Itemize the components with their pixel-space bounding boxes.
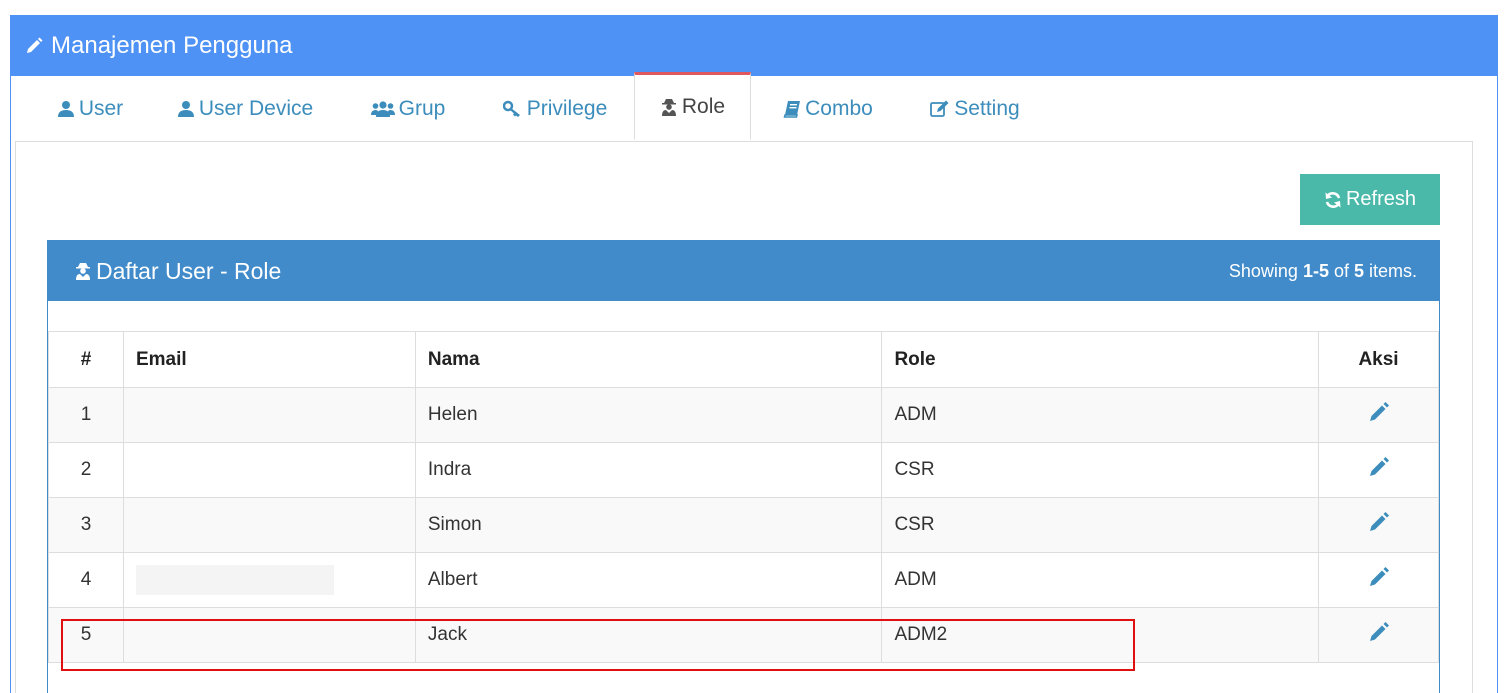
tab-role[interactable]: Role [634,72,751,140]
row-role: ADM [881,387,1320,443]
tab-combo[interactable]: Combo [773,75,883,142]
edit-icon[interactable] [1368,456,1390,478]
tab-label: Setting [954,96,1020,120]
row-email [122,607,416,663]
tab-label: Combo [805,96,873,120]
row-actions [1318,442,1439,498]
row-email [122,387,416,443]
column-header-role: Role [881,331,1320,388]
tab-setting[interactable]: Setting [920,75,1030,142]
row-number: 4 [48,552,124,608]
user-icon [177,100,195,118]
column-header-email: Email [122,331,416,388]
row-nama: Albert [414,552,883,608]
page-title: Manajemen Pengguna [51,32,293,59]
tab-label: User [78,96,124,120]
pencil-icon [25,37,43,55]
tab-user-device[interactable]: User Device [160,75,330,142]
page-header: Manajemen Pengguna [11,16,1497,76]
row-role: ADM [881,552,1320,608]
row-role: CSR [881,442,1320,498]
users-icon [370,100,395,118]
tab-label: User Device [198,96,314,120]
edit-icon[interactable] [1368,621,1390,643]
column-header-number: # [48,331,124,388]
tab-label: Privilege [526,96,608,120]
redacted-email [135,565,334,595]
row-nama: Simon [414,497,883,553]
user-role-panel: Daftar User - Role Showing 1-5 of 5 item… [47,240,1440,693]
summary-middle: of [1328,260,1354,281]
column-header-nama: Nama [414,331,883,388]
pagination-summary: Showing 1-5 of 5 items. [1229,261,1417,282]
panel-title-text: Daftar User - Role [96,257,282,284]
row-actions [1318,552,1439,608]
row-email [122,497,416,553]
row-actions [1318,607,1439,663]
tab-label: Role [681,95,726,118]
row-number: 2 [48,442,124,498]
table-row: 4 Albert ADM [48,552,1439,608]
row-email [122,552,416,608]
tab-label: Grup [398,96,446,120]
book-icon [783,100,801,118]
panel-header: Daftar User - Role Showing 1-5 of 5 item… [48,241,1439,301]
key-icon [502,100,523,118]
row-number: 5 [48,607,124,663]
row-nama: Helen [414,387,883,443]
row-actions [1318,387,1439,443]
tab-grup[interactable]: Grup [358,75,458,142]
summary-total: 5 [1353,260,1364,281]
user-secret-icon [74,262,92,280]
summary-prefix: Showing [1228,260,1303,281]
summary-suffix: items. [1363,260,1417,281]
row-email [122,442,416,498]
summary-range: 1-5 [1302,260,1329,281]
row-number: 1 [48,387,124,443]
table-row: 3 Simon CSR [48,497,1439,553]
user-icon [57,100,75,118]
table-row: 5 Jack ADM2 [48,607,1439,663]
refresh-button[interactable]: Refresh [1300,174,1440,225]
row-number: 3 [48,497,124,553]
row-nama: Indra [414,442,883,498]
tab-privilege[interactable]: Privilege [485,75,625,142]
edit-icon [930,100,950,118]
user-secret-icon [660,98,678,116]
edit-icon[interactable] [1368,401,1390,423]
refresh-label: Refresh [1345,188,1417,210]
panel-title: Daftar User - Role [74,258,281,285]
row-role: CSR [881,497,1320,553]
table-row: 1 Helen ADM [48,387,1439,443]
refresh-icon [1324,191,1342,209]
edit-icon[interactable] [1368,566,1390,588]
column-header-aksi: Aksi [1318,331,1439,388]
user-role-table: # Email Nama Role Aksi 1 Helen ADM 2 Ind… [48,331,1439,663]
tab-user[interactable]: User [40,75,140,142]
table-header-row: # Email Nama Role Aksi [48,331,1439,388]
edit-icon[interactable] [1368,511,1390,533]
row-role: ADM2 [881,607,1320,663]
row-actions [1318,497,1439,553]
table-row: 2 Indra CSR [48,442,1439,498]
tab-bar: User User Device Grup Privilege Role Com… [15,72,1473,142]
row-nama: Jack [414,607,883,663]
